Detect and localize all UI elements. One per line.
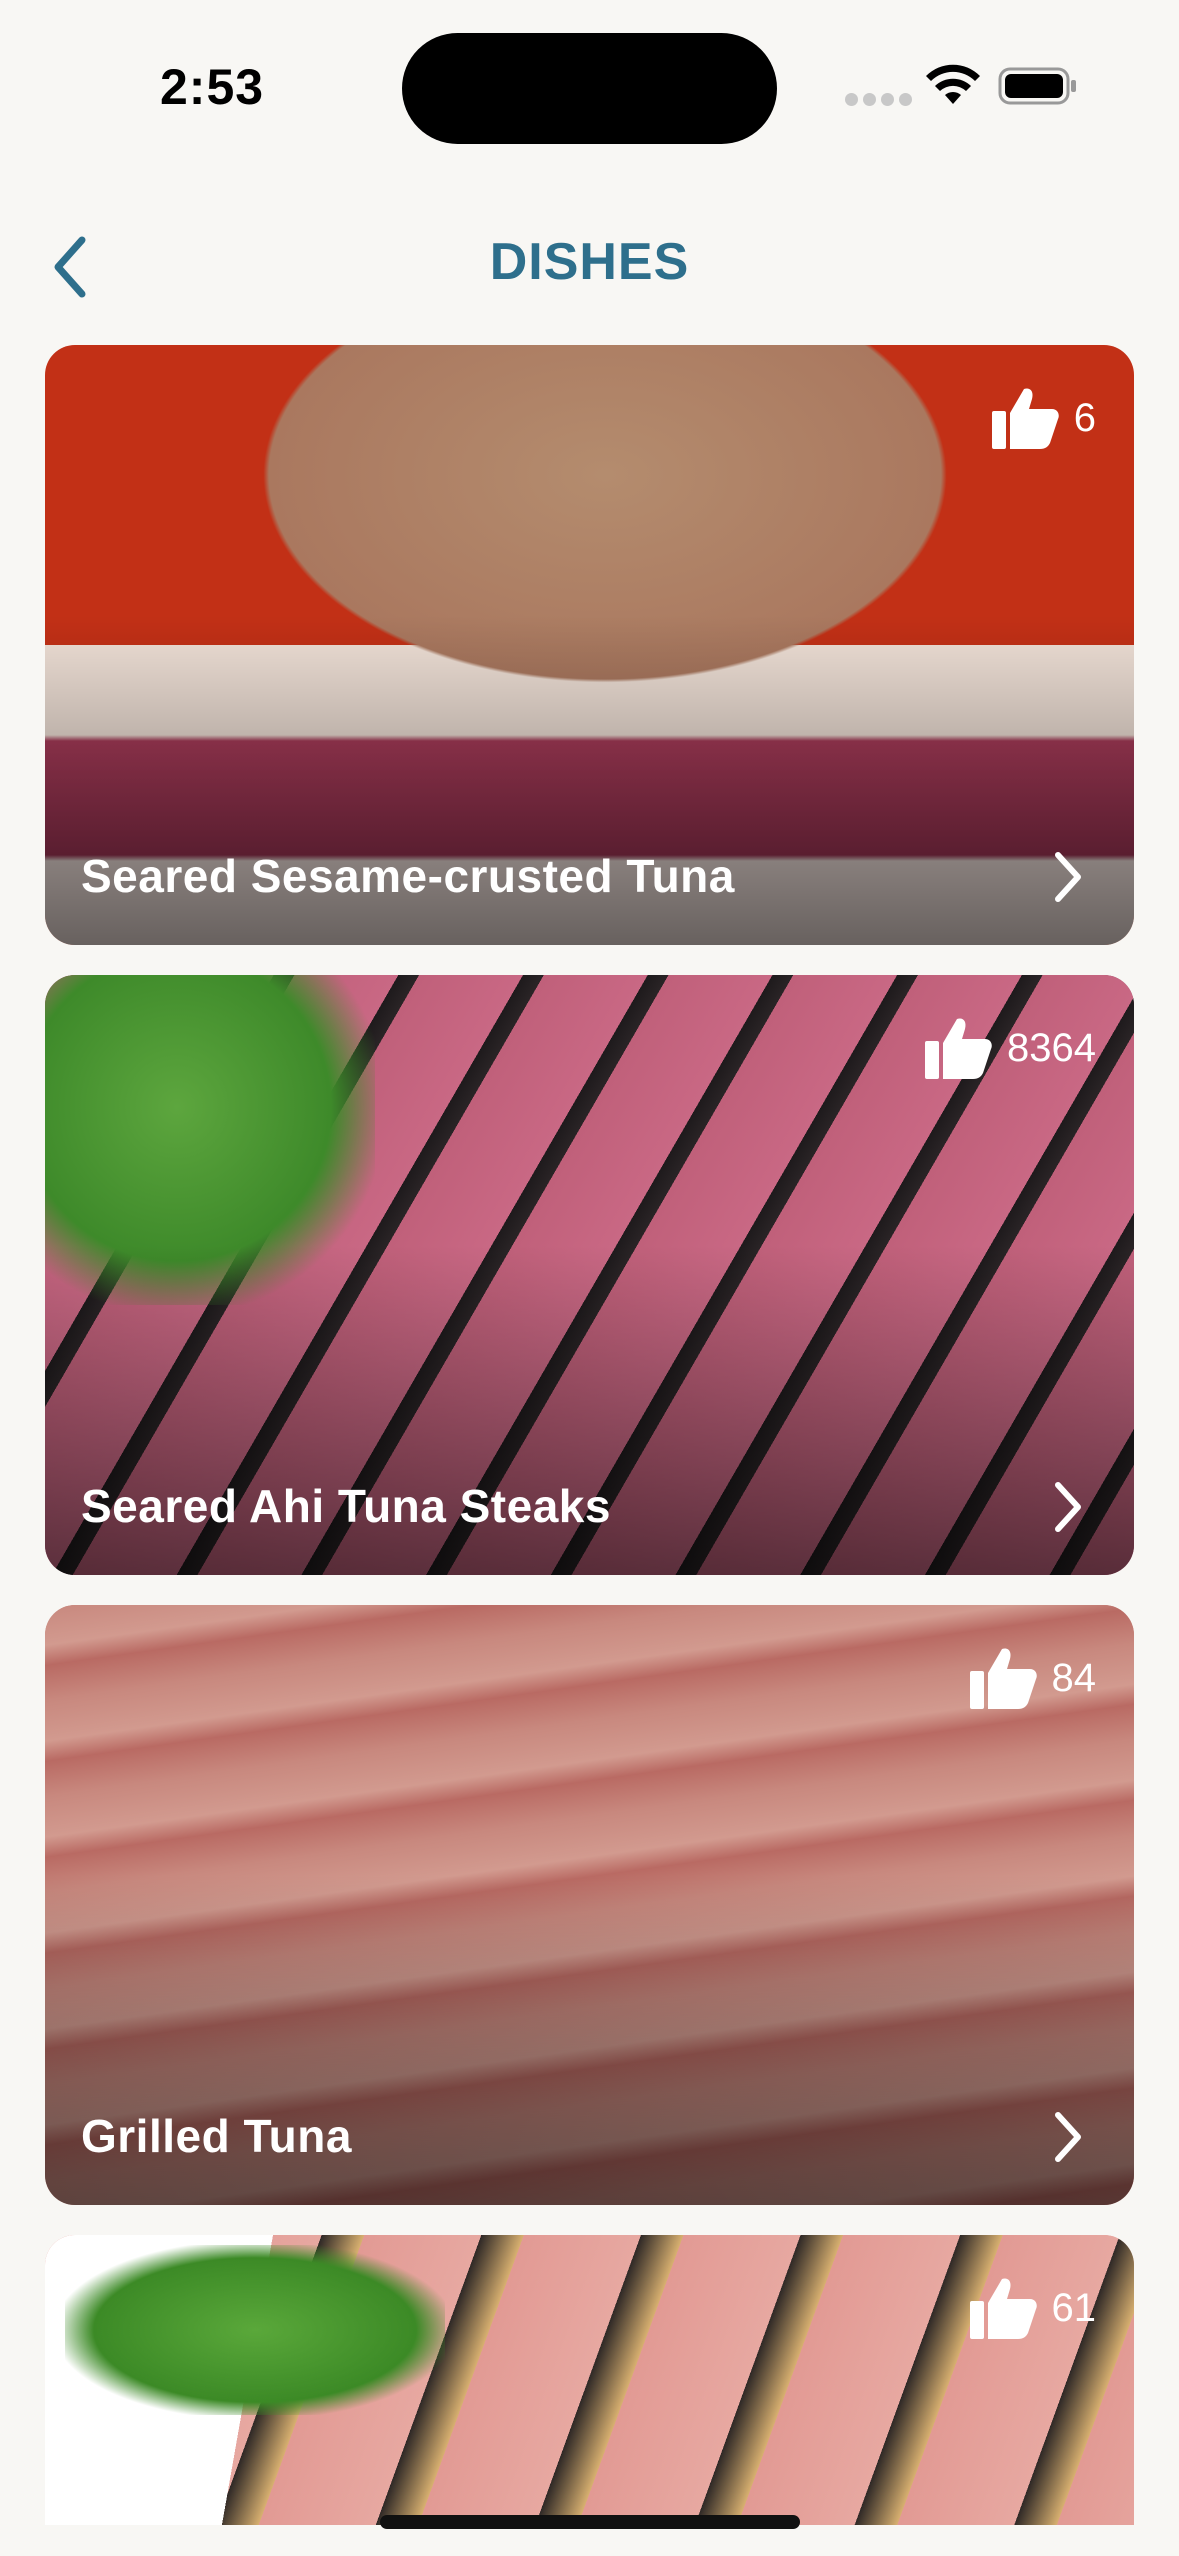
dish-list: 6 Seared Sesame-crusted Tuna 8364 Seared… [45,345,1134,2555]
thumbs-up-icon [969,1648,1037,1709]
cellular-signal-icon [845,93,912,106]
like-count: 8364 [923,1015,1096,1081]
dish-card[interactable]: 8364 Seared Ahi Tuna Steaks [45,975,1134,1575]
dish-title: Grilled Tuna [81,2110,352,2162]
dish-card[interactable]: 84 Grilled Tuna [45,1605,1134,2205]
chevron-right-icon [1055,2112,1081,2162]
like-count-value: 61 [1051,2285,1097,2330]
like-count-value: 84 [1051,1655,1097,1700]
chevron-right-icon [1055,852,1081,902]
dish-card[interactable]: 6 Seared Sesame-crusted Tuna [45,345,1134,945]
battery-icon [998,67,1076,105]
status-time: 2:53 [160,59,265,115]
wifi-icon [926,64,980,104]
like-count: 6 [990,385,1096,451]
thumbs-up-icon [969,2278,1037,2339]
dynamic-island [402,33,777,144]
dish-title: Seared Ahi Tuna Steaks [81,1480,611,1532]
thumbs-up-icon [991,388,1059,449]
like-count: 84 [968,1645,1097,1711]
chevron-right-icon [1055,1482,1081,1532]
dish-card[interactable]: 61 [45,2235,1134,2525]
status-bar: 2:53 [0,0,1179,170]
like-count: 61 [968,2275,1097,2341]
page-title: DISHES [489,233,690,291]
thumbs-up-icon [925,1018,992,1079]
navigation-bar: DISHES [0,210,1179,320]
like-count-value: 8364 [1007,1025,1096,1070]
like-count-value: 6 [1073,395,1096,440]
dish-title: Seared Sesame-crusted Tuna [81,850,735,902]
home-indicator[interactable] [380,2515,800,2529]
